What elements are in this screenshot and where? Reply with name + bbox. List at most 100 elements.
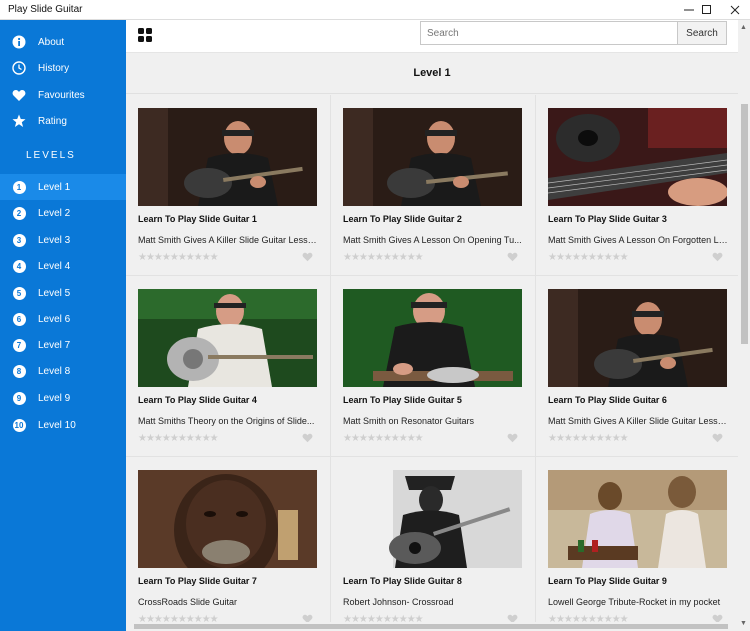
video-thumbnail[interactable] <box>548 470 727 568</box>
sidebar-item-history[interactable]: History <box>0 55 126 81</box>
video-subtitle: Matt Smith Gives A Lesson On Opening Tu.… <box>343 235 522 245</box>
video-thumbnail[interactable] <box>343 289 522 387</box>
star-rating[interactable]: ★★★★★★★★★★ <box>138 252 219 263</box>
video-card[interactable]: Learn To Play Slide Guitar 4 Matt Smiths… <box>126 276 331 457</box>
sidebar-item-label: Level 2 <box>38 207 71 219</box>
star-rating[interactable]: ★★★★★★★★★★ <box>343 433 424 444</box>
video-subtitle: CrossRoads Slide Guitar <box>138 597 238 607</box>
sidebar-item-level-3[interactable]: 3 Level 3 <box>0 227 126 253</box>
sidebar-item-level-9[interactable]: 9 Level 9 <box>0 385 126 411</box>
video-card[interactable]: Learn To Play Slide Guitar 9 Lowell Geor… <box>536 457 738 622</box>
horizontal-scroll-thumb[interactable] <box>134 624 728 629</box>
video-card[interactable]: Learn To Play Slide Guitar 2 Matt Smith … <box>331 95 536 276</box>
level-number-badge: 7 <box>12 338 26 352</box>
vertical-scrollbar[interactable]: ▲ ▼ <box>738 20 750 631</box>
favourite-heart-icon[interactable] <box>507 252 518 262</box>
favourite-heart-icon[interactable] <box>712 614 723 622</box>
star-rating[interactable]: ★★★★★★★★★★ <box>548 252 629 263</box>
level-number-badge: 2 <box>12 206 26 220</box>
video-subtitle: Matt Smiths Theory on the Origins of Sli… <box>138 416 315 426</box>
video-subtitle: Matt Smith Gives A Lesson On Forgotten L… <box>548 235 728 245</box>
sidebar-item-level-5[interactable]: 5 Level 5 <box>0 280 126 306</box>
star-rating[interactable]: ★★★★★★★★★★ <box>138 614 219 622</box>
window-title: Play Slide Guitar <box>8 4 83 15</box>
star-rating[interactable]: ★★★★★★★★★★ <box>343 252 424 263</box>
sidebar-item-level-10[interactable]: 10 Level 10 <box>0 412 126 438</box>
video-thumbnail[interactable] <box>138 108 317 206</box>
video-subtitle: Robert Johnson- Crossroad <box>343 597 454 607</box>
video-card[interactable]: Learn To Play Slide Guitar 7 CrossRoads … <box>126 457 331 622</box>
video-card[interactable]: Learn To Play Slide Guitar 5 Matt Smith … <box>331 276 536 457</box>
grid-icon[interactable] <box>138 28 152 42</box>
video-title: Learn To Play Slide Guitar 8 <box>343 576 462 586</box>
sidebar-item-about[interactable]: About <box>0 29 126 55</box>
sidebar-item-level-1[interactable]: 1 Level 1 <box>0 174 126 200</box>
video-title: Learn To Play Slide Guitar 6 <box>548 395 667 405</box>
star-rating[interactable]: ★★★★★★★★★★ <box>343 614 424 622</box>
video-title: Learn To Play Slide Guitar 3 <box>548 214 667 224</box>
video-card[interactable]: Learn To Play Slide Guitar 8 Robert John… <box>331 457 536 622</box>
video-card[interactable]: Learn To Play Slide Guitar 6 Matt Smith … <box>536 276 738 457</box>
search-input[interactable] <box>420 21 678 45</box>
video-thumbnail[interactable] <box>138 289 317 387</box>
sidebar-item-rating[interactable]: Rating <box>0 108 126 134</box>
video-subtitle: Lowell George Tribute-Rocket in my pocke… <box>548 597 721 607</box>
level-number-badge: 1 <box>12 180 26 194</box>
search-button[interactable]: Search <box>677 21 727 45</box>
level-number-badge: 8 <box>12 364 26 378</box>
sidebar-item-label: Rating <box>38 115 67 127</box>
video-title: Learn To Play Slide Guitar 7 <box>138 576 257 586</box>
close-icon <box>730 5 740 15</box>
favourite-heart-icon[interactable] <box>712 252 723 262</box>
star-rating[interactable]: ★★★★★★★★★★ <box>138 433 219 444</box>
video-title: Learn To Play Slide Guitar 4 <box>138 395 257 405</box>
horizontal-scrollbar[interactable] <box>126 622 738 631</box>
sidebar-item-label: Level 10 <box>38 419 76 431</box>
video-card[interactable]: Learn To Play Slide Guitar 1 Matt Smith … <box>126 95 331 276</box>
heart-icon <box>12 89 26 101</box>
video-card[interactable]: Learn To Play Slide Guitar 3 Matt Smith … <box>536 95 738 276</box>
levels-heading: LEVELS <box>26 150 76 161</box>
scroll-down-icon[interactable]: ▼ <box>740 620 747 627</box>
favourite-heart-icon[interactable] <box>302 614 313 622</box>
favourite-heart-icon[interactable] <box>507 433 518 443</box>
sidebar-item-level-2[interactable]: 2 Level 2 <box>0 200 126 226</box>
sidebar-item-level-6[interactable]: 6 Level 6 <box>0 306 126 332</box>
title-bar: Play Slide Guitar <box>0 0 750 20</box>
level-number-badge: 3 <box>12 233 26 247</box>
sidebar-item-label: Level 8 <box>38 365 71 377</box>
video-thumbnail[interactable] <box>138 470 317 568</box>
video-title: Learn To Play Slide Guitar 2 <box>343 214 462 224</box>
favourite-heart-icon[interactable] <box>302 252 313 262</box>
sidebar-item-label: Level 4 <box>38 260 71 272</box>
sidebar-item-level-8[interactable]: 8 Level 8 <box>0 358 126 384</box>
favourite-heart-icon[interactable] <box>507 614 518 622</box>
video-thumbnail[interactable] <box>548 108 727 206</box>
clock-icon <box>12 61 26 75</box>
video-subtitle: Matt Smith on Resonator Guitars <box>343 416 475 426</box>
video-thumbnail[interactable] <box>548 289 727 387</box>
level-number-badge: 9 <box>12 391 26 405</box>
star-icon <box>12 114 26 127</box>
scroll-up-icon[interactable]: ▲ <box>740 24 747 31</box>
favourite-heart-icon[interactable] <box>302 433 313 443</box>
level-number-badge: 4 <box>12 259 26 273</box>
sidebar-item-level-7[interactable]: 7 Level 7 <box>0 332 126 358</box>
favourite-heart-icon[interactable] <box>712 433 723 443</box>
level-number-badge: 5 <box>12 286 26 300</box>
vertical-scroll-thumb[interactable] <box>741 104 748 344</box>
video-thumbnail[interactable] <box>343 470 522 568</box>
sidebar-item-label: History <box>38 62 70 74</box>
sidebar: About History Favourites Rating LEVELS 1… <box>0 20 126 631</box>
header-bar: Search <box>126 20 750 53</box>
sidebar-item-favourites[interactable]: Favourites <box>0 82 126 108</box>
star-rating[interactable]: ★★★★★★★★★★ <box>548 614 629 622</box>
video-title: Learn To Play Slide Guitar 9 <box>548 576 667 586</box>
sidebar-item-label: Level 6 <box>38 313 71 325</box>
sidebar-item-label: Level 1 <box>38 181 71 193</box>
sidebar-item-level-4[interactable]: 4 Level 4 <box>0 253 126 279</box>
close-button[interactable] <box>718 0 750 20</box>
video-thumbnail[interactable] <box>343 108 522 206</box>
star-rating[interactable]: ★★★★★★★★★★ <box>548 433 629 444</box>
video-title: Learn To Play Slide Guitar 5 <box>343 395 462 405</box>
